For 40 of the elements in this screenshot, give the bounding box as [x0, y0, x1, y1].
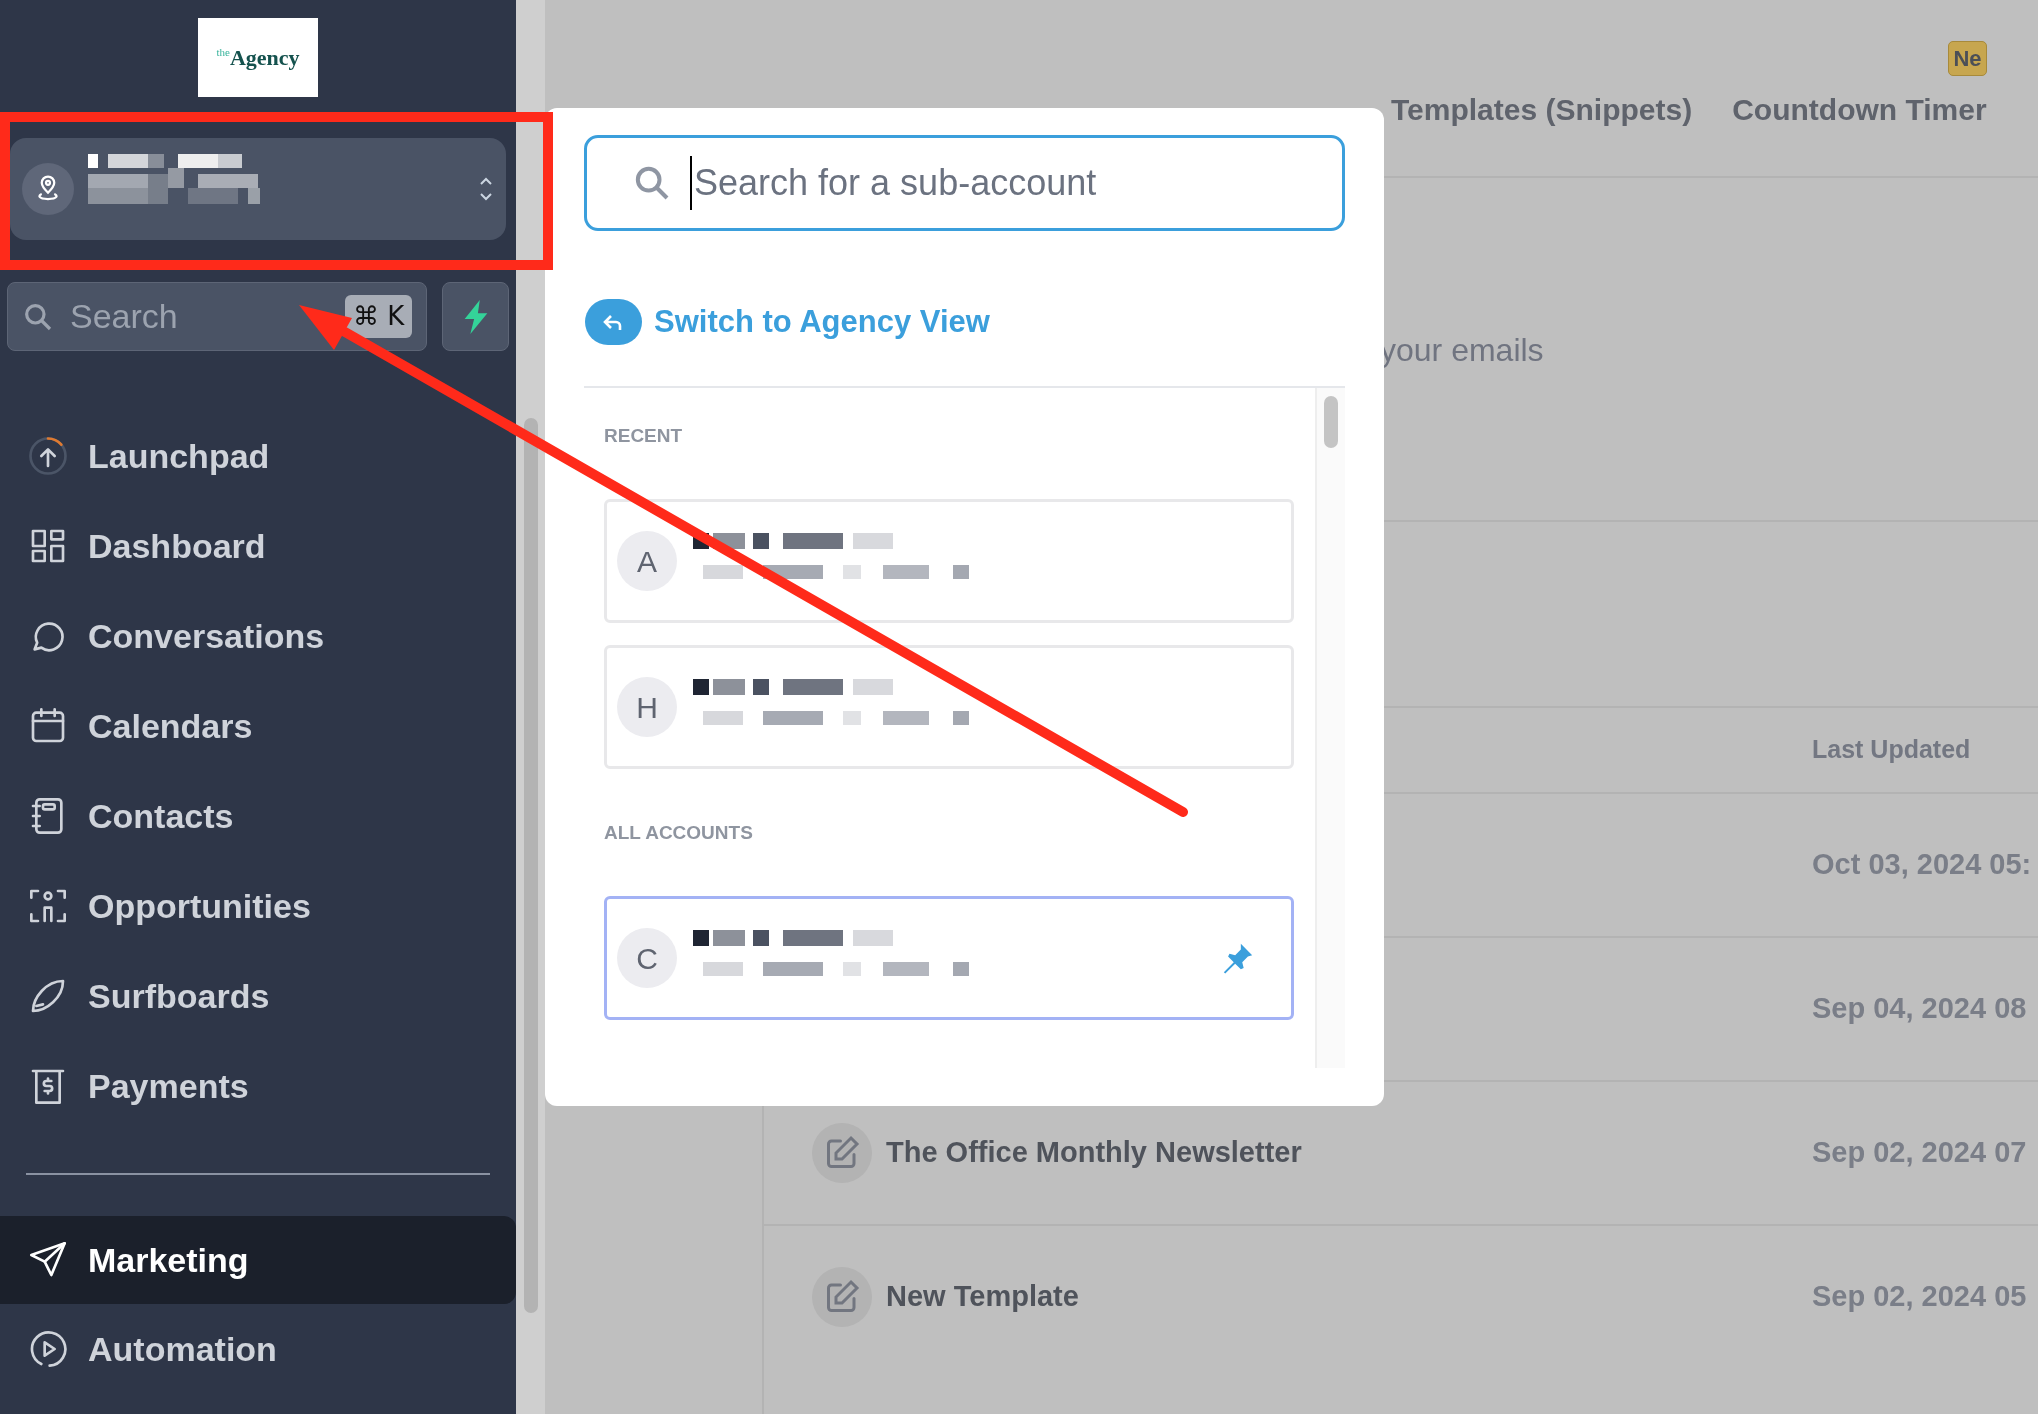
location-icon	[22, 163, 74, 215]
search-placeholder: Search	[70, 296, 179, 337]
template-name[interactable]: New Template	[886, 1275, 1079, 1319]
quick-action-button[interactable]	[442, 282, 509, 351]
account-card[interactable]: H	[604, 645, 1294, 769]
section-heading: RECENT	[604, 424, 684, 448]
account-avatar: C	[617, 928, 677, 988]
account-card[interactable]: A	[604, 499, 1294, 623]
scrollbar-thumb[interactable]	[523, 418, 538, 1313]
account-card[interactable]: C	[604, 896, 1294, 1020]
sidebar-item[interactable]: Automation	[0, 1304, 516, 1394]
account-avatar: H	[617, 677, 677, 737]
search-placeholder: Search for a sub-account	[690, 156, 1097, 210]
sidebar-item[interactable]: Contacts	[0, 771, 516, 861]
section-heading: ALL ACCOUNTS	[604, 821, 754, 845]
sidebar-item[interactable]: Conversations	[0, 591, 516, 681]
search-field[interactable]: Search ⌘ K	[7, 282, 428, 351]
sidebar-item[interactable]: Calendars	[0, 681, 516, 771]
sidebar-item[interactable]: Payments	[0, 1041, 516, 1131]
scrollbar-thumb[interactable]	[1324, 396, 1339, 448]
launchpad-icon	[28, 436, 68, 476]
sidebar-item[interactable]: Launchpad	[0, 411, 516, 501]
automation-icon	[28, 1329, 68, 1369]
new-badge: Ne	[1948, 41, 1987, 76]
sub-account-search-field[interactable]: Search for a sub-account	[584, 135, 1345, 231]
sidebar-item[interactable]: Surfboards	[0, 951, 516, 1041]
sidebar-item[interactable]: Opportunities	[0, 861, 516, 951]
account-avatar: A	[617, 531, 677, 591]
updated-date: Oct 03, 2024 05:	[1812, 847, 2032, 883]
sidebar-item[interactable]: Dashboard	[0, 501, 516, 591]
updated-date: Sep 02, 2024 05	[1812, 1279, 2027, 1315]
pin-icon[interactable]	[1221, 941, 1255, 975]
account-selector[interactable]	[10, 138, 506, 240]
sidebar-item[interactable]: Marketing	[0, 1216, 516, 1304]
updated-date: Sep 02, 2024 07	[1812, 1135, 2027, 1171]
shortcut-key: ⌘ K	[344, 295, 413, 338]
updated-date: Sep 04, 2024 08	[1812, 991, 2027, 1027]
chevron-up-down-icon	[478, 175, 494, 203]
template-name[interactable]: The Office Monthly Newsletter	[886, 1131, 1302, 1175]
column-header: Last Updated	[1812, 734, 1971, 766]
